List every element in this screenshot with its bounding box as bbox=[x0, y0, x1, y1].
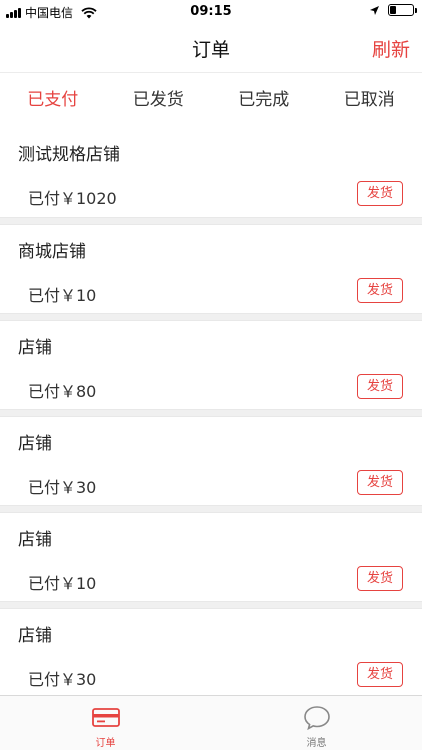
tab-shipped[interactable]: 已发货 bbox=[106, 73, 212, 128]
list-item: 测试规格店铺 已付￥1020 发货 bbox=[0, 128, 422, 218]
ship-button[interactable]: 发货 bbox=[357, 470, 403, 495]
tabbar-item-orders[interactable]: 订单 bbox=[0, 696, 211, 750]
paid-amount: 已付￥10 bbox=[28, 286, 97, 305]
bottom-tab-bar: 订单 消息 bbox=[0, 695, 422, 750]
ship-button[interactable]: 发货 bbox=[357, 374, 403, 399]
paid-amount: 已付￥1020 bbox=[28, 189, 117, 208]
shop-name: 店铺 bbox=[18, 626, 52, 646]
ship-button[interactable]: 发货 bbox=[357, 566, 403, 591]
battery-icon bbox=[388, 4, 417, 16]
list-item: 店铺 已付￥30 发货 bbox=[0, 608, 422, 698]
list-item: 店铺 已付￥80 发货 bbox=[0, 320, 422, 410]
page-title: 订单 bbox=[191, 38, 230, 61]
order-list: 测试规格店铺 已付￥1020 发货 商城店铺 已付￥10 发货 店铺 已付￥80… bbox=[0, 128, 422, 698]
tabbar-label: 消息 bbox=[306, 738, 327, 749]
app-screen: 中国电信 09:15 订单 刷新 已支付 已发货 已完成 已取消 测试规格店铺 … bbox=[0, 0, 422, 750]
paid-amount: 已付￥30 bbox=[28, 478, 97, 497]
location-arrow-icon bbox=[370, 5, 379, 15]
shop-name: 测试规格店铺 bbox=[18, 145, 120, 165]
tabbar-item-messages[interactable]: 消息 bbox=[211, 696, 422, 750]
paid-amount: 已付￥80 bbox=[28, 382, 97, 401]
shop-name: 店铺 bbox=[18, 434, 52, 454]
list-item: 店铺 已付￥30 发货 bbox=[0, 416, 422, 506]
tab-paid[interactable]: 已支付 bbox=[0, 73, 106, 128]
battery-fill bbox=[390, 6, 396, 14]
ship-button[interactable]: 发货 bbox=[357, 278, 403, 303]
tabbar-label: 订单 bbox=[95, 738, 116, 749]
refresh-button[interactable]: 刷新 bbox=[372, 35, 410, 62]
tab-cancelled[interactable]: 已取消 bbox=[317, 73, 422, 128]
paid-amount: 已付￥10 bbox=[28, 574, 97, 593]
list-item: 店铺 已付￥10 发货 bbox=[0, 512, 422, 602]
paid-amount: 已付￥30 bbox=[28, 670, 97, 689]
nav-bar: 订单 刷新 bbox=[0, 24, 422, 72]
status-right bbox=[369, 4, 417, 16]
shop-name: 商城店铺 bbox=[18, 242, 86, 262]
status-bar: 中国电信 09:15 bbox=[0, 0, 422, 24]
shop-name: 店铺 bbox=[18, 338, 52, 358]
list-item: 商城店铺 已付￥10 发货 bbox=[0, 224, 422, 314]
status-time: 09:15 bbox=[190, 4, 232, 19]
ship-button[interactable]: 发货 bbox=[357, 662, 403, 687]
chat-bubble-icon bbox=[303, 706, 330, 730]
order-status-tabs: 已支付 已发货 已完成 已取消 bbox=[0, 72, 422, 128]
tab-completed[interactable]: 已完成 bbox=[211, 73, 317, 128]
shop-name: 店铺 bbox=[18, 530, 52, 550]
card-icon bbox=[91, 708, 120, 727]
ship-button[interactable]: 发货 bbox=[357, 181, 403, 206]
